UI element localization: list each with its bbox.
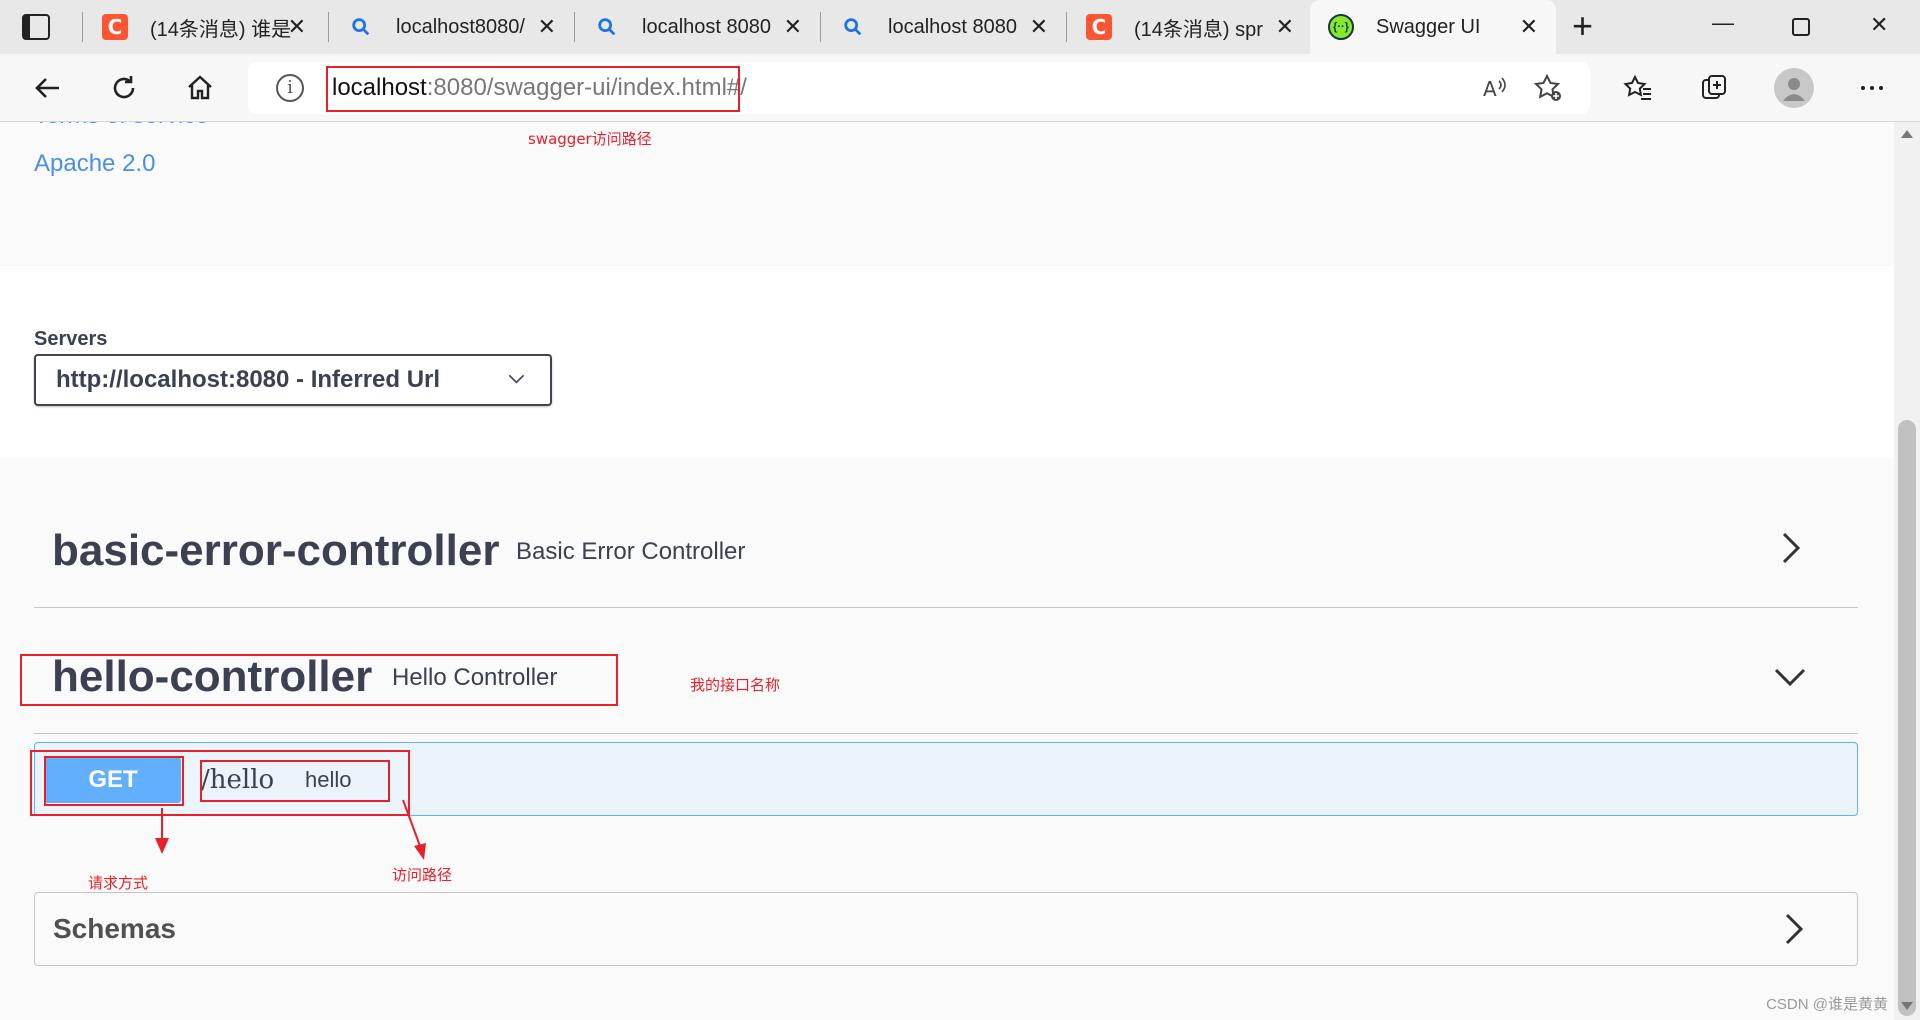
info-section: Terms of service Apache 2.0 (0, 122, 1894, 266)
scroll-down-icon[interactable] (1901, 1002, 1913, 1010)
annotation-controller-box (20, 654, 618, 706)
tab-search-1[interactable]: localhost8080/ ✕ (330, 0, 574, 54)
tab-separator (1066, 12, 1067, 42)
tab-swagger[interactable]: {··} Swagger UI ✕ (1310, 0, 1556, 54)
license-link[interactable]: Apache 2.0 (34, 150, 155, 178)
tab-bar: C (14条消息) 谁是 ✕ localhost8080/ ✕ localhos… (0, 0, 1920, 54)
schemas-section[interactable]: Schemas (34, 892, 1858, 966)
tab-actions-icon[interactable] (22, 14, 50, 40)
search-icon (348, 14, 374, 40)
search-icon (594, 14, 620, 40)
add-favorite-icon[interactable] (1530, 70, 1566, 106)
close-icon[interactable]: ✕ (1520, 15, 1538, 39)
tab-csdn-1[interactable]: C (14条消息) 谁是 ✕ (84, 0, 324, 54)
collections-icon[interactable] (1696, 70, 1732, 106)
svg-text:A: A (1483, 77, 1497, 101)
tag-basic-error-controller[interactable]: basic-error-controller Basic Error Contr… (34, 490, 1858, 608)
annotation-url-note: swagger访问路径 (528, 130, 652, 148)
csdn-icon: C (102, 14, 128, 40)
tab-label: localhost8080/ (396, 15, 525, 38)
new-tab-button[interactable]: + (1572, 8, 1593, 44)
servers-selected-value: http://localhost:8080 - Inferred Url (56, 366, 441, 393)
tab-separator (574, 12, 575, 42)
scroll-up-icon[interactable] (1901, 130, 1913, 138)
swagger-icon: {··} (1328, 14, 1354, 40)
annotation-path-box (200, 760, 390, 802)
chevron-down-icon: ⌵ (508, 366, 524, 388)
search-icon (840, 14, 866, 40)
annotation-method-note: 请求方式 (88, 874, 149, 892)
chevron-down-icon[interactable] (1770, 656, 1810, 696)
home-icon[interactable] (182, 70, 218, 106)
tab-search-2[interactable]: localhost 8080 ✕ (576, 0, 820, 54)
annotation-controller-note: 我的接口名称 (690, 676, 781, 694)
read-aloud-icon[interactable]: A (1476, 70, 1512, 106)
tab-csdn-2[interactable]: C (14条消息) spr ✕ (1068, 0, 1312, 54)
schemas-label: Schemas (53, 913, 176, 944)
tab-label: localhost 8080 (888, 15, 1017, 38)
tab-label: (14条消息) 谁是 (150, 18, 292, 41)
servers-select[interactable]: http://localhost:8080 - Inferred Url ⌵ (34, 354, 552, 406)
csdn-icon: C (1086, 14, 1112, 40)
servers-label: Servers (34, 328, 108, 350)
restore-button[interactable] (1792, 18, 1810, 36)
tab-separator (328, 12, 329, 42)
tab-search-3[interactable]: localhost 8080 ✕ (822, 0, 1066, 54)
refresh-icon[interactable] (106, 70, 142, 106)
tag-name: basic-error-controller (52, 526, 500, 575)
close-icon[interactable]: ✕ (1276, 15, 1294, 39)
tab-label: localhost 8080 (642, 15, 771, 38)
chevron-right-icon[interactable] (1773, 909, 1813, 949)
tab-label: Swagger UI (1376, 15, 1481, 38)
navigation-bar: i localhost:8080/swagger-ui/index.html#/… (0, 54, 1920, 122)
annotation-method-box (44, 756, 184, 806)
favorites-icon[interactable] (1620, 70, 1656, 106)
close-icon[interactable]: ✕ (288, 15, 306, 39)
close-icon[interactable]: ✕ (1030, 15, 1048, 39)
info-icon[interactable]: i (276, 74, 304, 102)
tag-description: Basic Error Controller (516, 538, 746, 565)
chevron-right-icon[interactable] (1770, 528, 1810, 568)
annotation-path-note: 访问路径 (392, 866, 453, 884)
scroll-thumb[interactable] (1898, 420, 1916, 1016)
avatar[interactable] (1774, 68, 1814, 108)
watermark: CSDN @谁是黄黄 (1766, 996, 1888, 1013)
close-icon[interactable]: ✕ (538, 15, 556, 39)
close-icon[interactable]: ✕ (784, 15, 802, 39)
close-window-button[interactable]: ✕ (1870, 12, 1888, 38)
terms-link[interactable]: Terms of service (34, 122, 209, 130)
more-options-icon[interactable] (1854, 70, 1890, 106)
vertical-scrollbar[interactable] (1894, 122, 1920, 1020)
tab-separator (820, 12, 821, 42)
tab-separator (82, 12, 83, 42)
tab-label: (14条消息) spr (1134, 18, 1263, 41)
annotation-url-box (326, 66, 740, 112)
back-icon[interactable] (30, 70, 66, 106)
minimize-button[interactable]: — (1712, 10, 1734, 36)
